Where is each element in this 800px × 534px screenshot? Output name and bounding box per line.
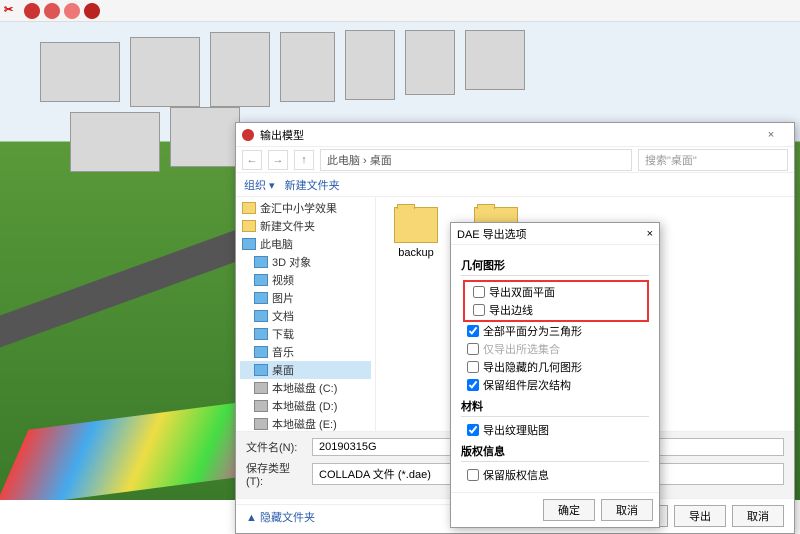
filename-label: 文件名(N): <box>246 439 306 455</box>
drive-icon <box>254 418 268 430</box>
app-toolbar: ✂ <box>0 0 800 22</box>
tree-item[interactable]: 桌面 <box>240 361 371 379</box>
pc-icon <box>254 274 268 286</box>
tree-item[interactable]: 本地磁盘 (E:) <box>240 415 371 431</box>
tree-item-label: 音乐 <box>272 344 294 360</box>
export-button[interactable]: 导出 <box>674 505 726 527</box>
option-item[interactable]: 导出双面平面 <box>467 283 645 301</box>
capsule-icon[interactable] <box>64 3 80 19</box>
group-geometry: 几何图形 <box>461 257 649 276</box>
folder-tree[interactable]: 金汇中小学效果新建文件夹此电脑 3D 对象视频图片文档下载音乐桌面本地磁盘 (C:… <box>236 197 376 431</box>
dae-options-dialog: DAE 导出选项 × 几何图形 导出双面平面导出边线全部平面分为三角形仅导出所选… <box>450 222 660 528</box>
tree-item[interactable]: 图片 <box>240 289 371 307</box>
pc-icon <box>254 292 268 304</box>
tree-item[interactable]: 文档 <box>240 307 371 325</box>
option-label: 导出双面平面 <box>489 284 555 300</box>
folder-icon <box>242 220 256 232</box>
checkbox[interactable] <box>473 286 485 298</box>
app-icon <box>242 129 254 141</box>
file-item[interactable]: backup <box>386 207 446 259</box>
pc-icon <box>254 346 268 358</box>
tree-item-label: 本地磁盘 (D:) <box>272 398 337 414</box>
tree-item[interactable]: 下载 <box>240 325 371 343</box>
option-item[interactable]: 导出纹理贴图 <box>461 421 649 439</box>
organize-menu[interactable]: 组织 ▾ <box>244 177 275 193</box>
tree-item[interactable]: 此电脑 <box>240 235 371 253</box>
option-item[interactable]: 全部平面分为三角形 <box>461 322 649 340</box>
ruby-icon[interactable] <box>84 3 100 19</box>
nav-back-icon[interactable]: ← <box>242 150 262 170</box>
checkbox[interactable] <box>467 469 479 481</box>
option-label: 保留版权信息 <box>483 467 549 483</box>
tree-item-label: 此电脑 <box>260 236 293 252</box>
nav-up-icon[interactable]: ↑ <box>294 150 314 170</box>
option-label: 导出边线 <box>489 302 533 318</box>
options-title: DAE 导出选项 <box>457 226 647 242</box>
folder-icon <box>394 207 438 243</box>
tree-item[interactable]: 视频 <box>240 271 371 289</box>
tree-item-label: 下载 <box>272 326 294 342</box>
group-material: 材料 <box>461 398 649 417</box>
option-label: 仅导出所选集合 <box>483 341 560 357</box>
scissors-icon[interactable]: ✂ <box>4 3 20 19</box>
ok-button[interactable]: 确定 <box>543 499 595 521</box>
checkbox[interactable] <box>467 424 479 436</box>
folder-icon <box>242 202 256 214</box>
tree-item-label: 新建文件夹 <box>260 218 315 234</box>
pc-icon <box>254 328 268 340</box>
tree-item[interactable]: 本地磁盘 (D:) <box>240 397 371 415</box>
drive-icon <box>254 382 268 394</box>
tree-item-label: 桌面 <box>272 362 294 378</box>
tree-item-label: 图片 <box>272 290 294 306</box>
group-credits: 版权信息 <box>461 443 649 462</box>
tree-item[interactable]: 音乐 <box>240 343 371 361</box>
tree-item-label: 3D 对象 <box>272 254 311 270</box>
option-item[interactable]: 导出隐藏的几何图形 <box>461 358 649 376</box>
tree-item[interactable]: 新建文件夹 <box>240 217 371 235</box>
cancel-button[interactable]: 取消 <box>732 505 784 527</box>
option-label: 保留组件层次结构 <box>483 377 571 393</box>
tree-item-label: 金汇中小学效果 <box>260 200 337 216</box>
tree-item-label: 文档 <box>272 308 294 324</box>
dialog-title: 输出模型 <box>260 127 304 143</box>
tree-item-label: 本地磁盘 (E:) <box>272 416 337 431</box>
checkbox[interactable] <box>467 343 479 355</box>
option-label: 全部平面分为三角形 <box>483 323 582 339</box>
pc-icon <box>254 310 268 322</box>
checkbox[interactable] <box>467 325 479 337</box>
drive-icon <box>254 400 268 412</box>
option-item[interactable]: 保留组件层次结构 <box>461 376 649 394</box>
nav-fwd-icon[interactable]: → <box>268 150 288 170</box>
tree-item[interactable]: 金汇中小学效果 <box>240 199 371 217</box>
globe-red-icon[interactable] <box>24 3 40 19</box>
filetype-label: 保存类型(T): <box>246 460 306 488</box>
pc-icon <box>254 364 268 376</box>
highlight-box: 导出双面平面导出边线 <box>463 280 649 322</box>
pc-icon <box>254 256 268 268</box>
tree-item-label: 视频 <box>272 272 294 288</box>
checkbox[interactable] <box>467 361 479 373</box>
close-icon[interactable]: × <box>754 124 788 146</box>
path-breadcrumb[interactable]: 此电脑 › 桌面 <box>320 149 632 171</box>
tree-item[interactable]: 3D 对象 <box>240 253 371 271</box>
option-label: 导出纹理贴图 <box>483 422 549 438</box>
checkbox[interactable] <box>467 379 479 391</box>
option-item[interactable]: 保留版权信息 <box>461 466 649 484</box>
close-icon[interactable]: × <box>647 228 653 240</box>
search-input[interactable]: 搜索"桌面" <box>638 149 788 171</box>
file-label: backup <box>398 247 433 259</box>
option-label: 导出隐藏的几何图形 <box>483 359 582 375</box>
globe-stack-icon[interactable] <box>44 3 60 19</box>
option-item[interactable]: 仅导出所选集合 <box>461 340 649 358</box>
tree-item-label: 本地磁盘 (C:) <box>272 380 337 396</box>
new-folder-button[interactable]: 新建文件夹 <box>285 177 340 193</box>
checkbox[interactable] <box>473 304 485 316</box>
cancel-button[interactable]: 取消 <box>601 499 653 521</box>
pc-icon <box>242 238 256 250</box>
tree-item[interactable]: 本地磁盘 (C:) <box>240 379 371 397</box>
option-item[interactable]: 导出边线 <box>467 301 645 319</box>
